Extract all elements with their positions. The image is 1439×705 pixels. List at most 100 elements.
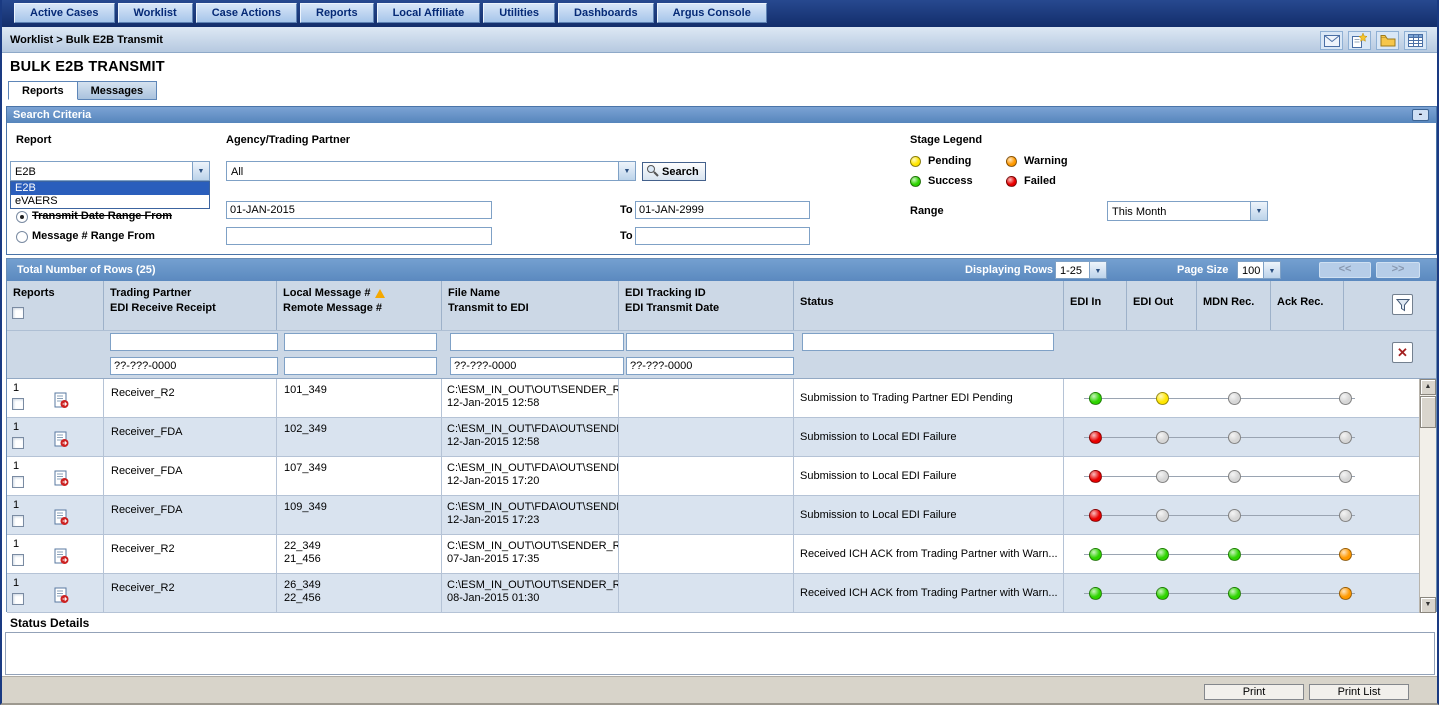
col-mdn-rec[interactable]: MDN Rec. [1197,281,1271,330]
filter-status-input[interactable] [802,333,1054,351]
minimize-button[interactable]: - [1412,109,1429,121]
message-range-radio[interactable] [16,231,28,243]
nav-utilities[interactable]: Utilities [483,3,556,23]
vertical-scrollbar[interactable]: ▲ ▼ [1419,379,1436,613]
range-select-value: This Month [1112,206,1167,218]
stage-none-dot [1338,392,1352,405]
row-checkbox[interactable] [12,398,24,410]
message-from-input[interactable] [226,227,492,245]
row-checkbox[interactable] [12,437,24,449]
clear-filter-button[interactable]: ✕ [1392,342,1413,363]
nav-local-affiliate[interactable]: Local Affiliate [376,3,481,23]
status-cell: Submission to Trading Partner EDI Pendin… [794,379,1064,417]
print-list-button[interactable]: Print List [1309,684,1409,700]
dropdown-arrow-icon[interactable] [1089,262,1106,278]
file-name-cell: C:\ESM_IN_OUT\OUT\SENDER_R... 08-Jan-2015… [442,574,619,612]
stage-cell [1271,457,1419,495]
transmit-to-input[interactable] [635,201,810,219]
select-all-checkbox[interactable] [12,307,24,319]
print-button[interactable]: Print [1204,684,1304,700]
table-row: 1 Receiver_FDA 107_349 C:\ESM_IN_OUT\FDA\OU… [7,457,1419,496]
row-checkbox[interactable] [12,515,24,527]
reports-cell: 1 [7,496,104,534]
filter-transmit-to-edi-input[interactable] [450,357,624,375]
filter-edi-tracking-input[interactable] [626,333,794,351]
agency-select[interactable]: All [226,161,636,181]
col-trading-partner[interactable]: Trading Partner EDI Receive Receipt [104,281,277,330]
transmit-from-input[interactable] [226,201,492,219]
filter-edi-transmit-date-input[interactable] [626,357,794,375]
scroll-up-icon[interactable]: ▲ [1420,379,1436,395]
displaying-rows-select[interactable]: 1-25 [1055,261,1107,279]
filter-file-name-input[interactable] [450,333,624,351]
filter-trading-partner-input[interactable] [110,333,278,351]
report-doc-icon[interactable] [54,548,69,568]
dropdown-arrow-icon[interactable] [1250,202,1267,220]
report-option-evaers[interactable]: eVAERS [11,195,209,208]
report-doc-icon[interactable] [54,509,69,529]
trading-partner-cell: Receiver_R2 [104,379,277,417]
nav-reports[interactable]: Reports [300,3,374,23]
filter-receive-receipt-input[interactable] [110,357,278,375]
filter-local-message-input[interactable] [284,333,437,351]
nav-argus-console[interactable]: Argus Console [656,3,767,23]
col-edi-out[interactable]: EDI Out [1127,281,1197,330]
scroll-down-icon[interactable]: ▼ [1420,597,1436,613]
edi-tracking-cell [619,574,794,612]
col-edi-tracking[interactable]: EDI Tracking ID EDI Transmit Date [619,281,794,330]
col-file-name-label: File Name [448,287,500,299]
new-note-icon[interactable] [1348,31,1371,50]
col-status-label: Status [800,296,834,308]
report-doc-icon[interactable] [54,587,69,607]
message-to-input[interactable] [635,227,810,245]
tab-reports[interactable]: Reports [8,81,78,100]
col-edi-in[interactable]: EDI In [1064,281,1127,330]
report-doc-icon[interactable] [54,431,69,451]
row-checkbox[interactable] [12,554,24,566]
dropdown-arrow-icon[interactable] [1263,262,1280,278]
next-page-button[interactable]: >> [1376,262,1420,278]
grid-icon[interactable] [1404,31,1427,50]
nav-active-cases[interactable]: Active Cases [14,3,115,23]
legend-label: Pending [928,155,972,167]
row-checkbox[interactable] [12,476,24,488]
page-size-label: Page Size [1177,264,1229,276]
row-checkbox[interactable] [12,593,24,605]
sort-asc-icon[interactable] [375,288,386,298]
stage-legend-title: Stage Legend [910,134,983,146]
filter-funnel-button[interactable] [1392,294,1413,315]
trading-partner-cell: Receiver_FDA [104,457,277,495]
mail-icon[interactable] [1320,31,1343,50]
col-file-name[interactable]: File Name Transmit to EDI [442,281,619,330]
page-size-select[interactable]: 100 [1237,261,1281,279]
stage-none-dot [1155,509,1169,522]
dropdown-arrow-icon[interactable] [618,162,635,180]
report-select[interactable]: E2B [10,161,210,181]
filter-remote-message-input[interactable] [284,357,437,375]
folder-icon[interactable] [1376,31,1399,50]
col-ack-rec[interactable]: Ack Rec. [1271,281,1344,330]
nav-dashboards[interactable]: Dashboards [558,3,654,23]
stage-success-dot [1089,587,1102,600]
report-doc-icon[interactable] [54,392,69,412]
stage-cell [1197,418,1271,456]
edi-tracking-cell [619,379,794,417]
tab-messages[interactable]: Messages [77,81,158,100]
col-status[interactable]: Status [794,281,1064,330]
table-row: 1 Receiver_FDA 109_349 C:\ESM_IN_OUT\FDA\OU… [7,496,1419,535]
transmit-date-radio[interactable] [16,211,28,223]
search-button[interactable]: Search [642,162,706,181]
report-doc-icon[interactable] [54,470,69,490]
reports-cell: 1 [7,535,104,573]
nav-case-actions[interactable]: Case Actions [195,3,297,23]
range-select[interactable]: This Month [1107,201,1268,221]
scrollbar-thumb[interactable] [1420,396,1436,428]
breadcrumb-icons [1320,31,1427,50]
legend-label: Warning [1024,155,1068,167]
stage-failed-dot [1089,431,1102,444]
report-option-e2b[interactable]: E2B [11,182,209,195]
nav-worklist[interactable]: Worklist [117,3,193,23]
dropdown-arrow-icon[interactable] [192,162,209,180]
col-local-message[interactable]: Local Message # Remote Message # [277,281,442,330]
prev-page-button[interactable]: << [1319,262,1371,278]
